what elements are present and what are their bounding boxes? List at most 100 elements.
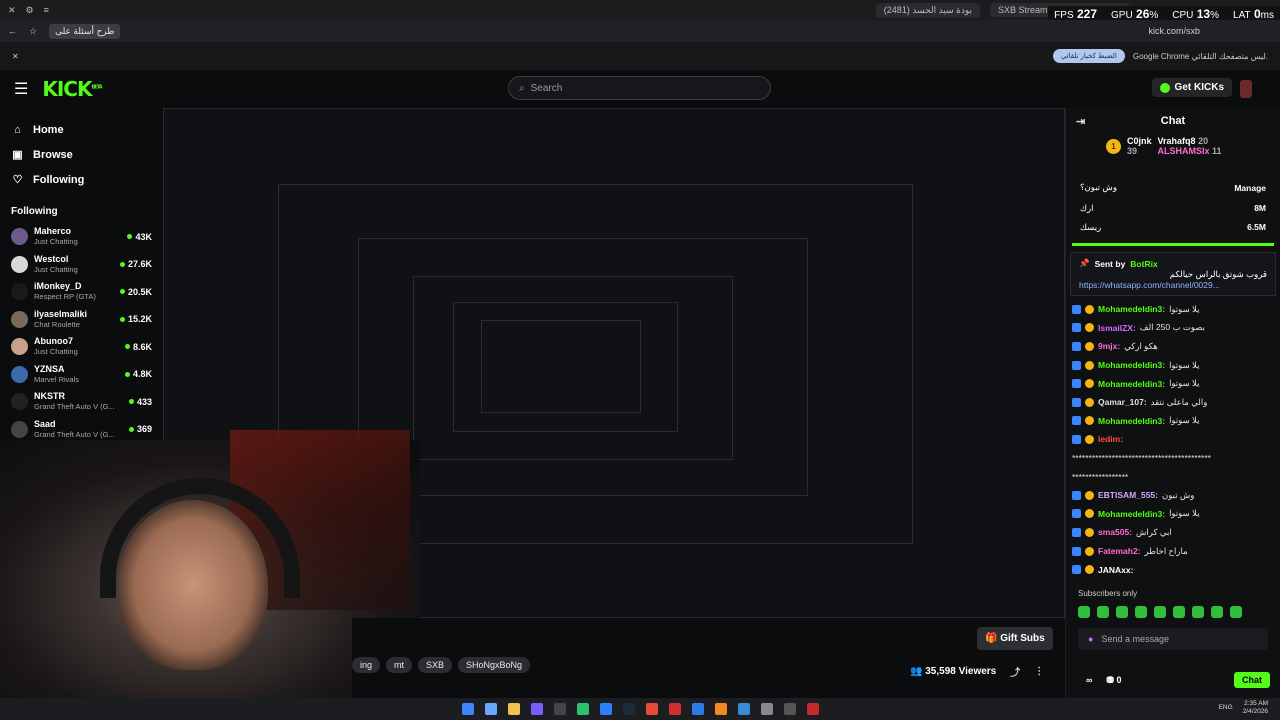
following-channel-ilyaselmaliki[interactable]: ilyaselmaliki Chat Roulette 15.2K	[0, 306, 163, 334]
emote-icon[interactable]	[1154, 605, 1166, 618]
leader-name[interactable]: Vrahafq8	[1158, 136, 1196, 146]
chat-username[interactable]: 9mjx:	[1098, 341, 1120, 351]
send-message-input[interactable]: ● Send a message	[1078, 627, 1268, 650]
poll-option[interactable]: ريسك 6.5M	[1080, 218, 1266, 237]
app-icon[interactable]	[530, 703, 543, 715]
hamburger-menu-icon[interactable]: ☰	[14, 79, 28, 99]
chat-username[interactable]: ledim:	[1098, 434, 1123, 444]
star-icon[interactable]: ☆	[29, 26, 37, 37]
chat-username[interactable]: JANAxx:	[1098, 565, 1133, 575]
pinned-link[interactable]: https://whatsapp.com/channel/0029...	[1079, 280, 1267, 290]
tag-item[interactable]: mt	[386, 657, 413, 673]
infinity-icon[interactable]: ∞	[1086, 675, 1092, 685]
chat-username[interactable]: sma505:	[1098, 527, 1132, 537]
settings-icon[interactable]: ⚙	[26, 5, 34, 16]
app-icon[interactable]	[553, 703, 566, 715]
settings-icon[interactable]	[760, 703, 773, 715]
sidebar-item-browse[interactable]: ▣ Browse	[0, 142, 163, 167]
following-channel-yznsa[interactable]: YZNSA Marvel Rivals 4.8K	[0, 361, 163, 389]
chat-message[interactable]: JANAxx:	[1072, 560, 1274, 579]
chat-message[interactable]: EBTISAM_555: وش تبون	[1072, 486, 1274, 505]
chat-username[interactable]: IsmailZX:	[1098, 323, 1136, 333]
widgets-icon[interactable]	[484, 703, 497, 715]
url-field[interactable]: kick.com/sxb	[1148, 26, 1200, 36]
set-default-button[interactable]: الضبط كخيار تلقائي	[1052, 49, 1125, 63]
leader-name[interactable]: C0jnk	[1127, 136, 1152, 146]
close-icon[interactable]: ✕	[12, 52, 19, 61]
chat-username[interactable]: Mohamedeldin3:	[1098, 416, 1165, 426]
clock-time[interactable]: 2:35 AM	[1244, 700, 1268, 707]
opera-icon[interactable]	[668, 703, 681, 715]
emote-icon[interactable]	[1116, 605, 1128, 618]
folder-icon[interactable]	[507, 703, 520, 715]
emote-icon[interactable]	[1097, 605, 1109, 618]
following-channel-saad[interactable]: Saad Grand Theft Auto V (G... 369	[0, 416, 163, 444]
leader-name[interactable]: ALSHAMSIx	[1158, 146, 1210, 156]
following-channel-maherco[interactable]: Maherco Just Chatting 43K	[0, 223, 163, 251]
chat-message[interactable]: sma505: ابي كراش	[1072, 523, 1274, 542]
emote-icon[interactable]	[1173, 605, 1185, 618]
tag-item[interactable]: SHoNgxBoNg	[458, 657, 531, 673]
sidebar-item-home[interactable]: ⌂ Home	[0, 118, 163, 142]
emote-icon[interactable]	[1135, 605, 1147, 618]
gift-subs-button[interactable]: 🎁 Gift Subs	[977, 627, 1053, 650]
chat-username[interactable]: EBTISAM_555:	[1098, 490, 1158, 500]
browser-tab-2[interactable]: بودة سيد الحسد (2481)	[875, 2, 980, 18]
kick-logo[interactable]: KICKBETA	[42, 77, 102, 101]
chat-message[interactable]: Fatemah2: ماراح اخاطر	[1072, 542, 1274, 561]
chat-message[interactable]: Mohamedeldin3: يلا سوتوا	[1072, 412, 1274, 431]
menu-icon[interactable]: ≡	[44, 5, 49, 16]
more-icon[interactable]: ⋮	[1034, 666, 1044, 677]
start-icon[interactable]	[461, 703, 474, 715]
language-indicator[interactable]: ENG	[1219, 704, 1233, 712]
chat-message[interactable]: ****************************************…	[1072, 449, 1274, 468]
bookmark-chip[interactable]: طرح أسئلة على	[49, 23, 121, 39]
chat-username[interactable]: Mohamedeldin3:	[1098, 509, 1165, 519]
emote-icon[interactable]	[1192, 605, 1204, 618]
bot-name[interactable]: BotRix	[1130, 259, 1157, 269]
poll-manage-button[interactable]: Manage	[1234, 183, 1266, 193]
app-icon[interactable]	[576, 703, 589, 715]
chat-message[interactable]: Mohamedeldin3: يلا سوتوا	[1072, 505, 1274, 524]
app-icon[interactable]	[714, 703, 727, 715]
poll-option[interactable]: ارك 8M	[1080, 199, 1266, 218]
steam-icon[interactable]	[622, 703, 635, 715]
following-channel-nkstr[interactable]: NKSTR Grand Theft Auto V (G... 433	[0, 388, 163, 416]
emote-icon[interactable]	[1078, 605, 1090, 618]
app-icon[interactable]	[737, 703, 750, 715]
chat-message[interactable]: 9mjx: هكو اركي	[1072, 337, 1274, 356]
chat-send-button[interactable]: Chat	[1234, 672, 1270, 688]
chat-username[interactable]: Mohamedeldin3:	[1098, 379, 1165, 389]
window-controls-icon[interactable]: ✕	[8, 5, 16, 16]
chat-username[interactable]: Mohamedeldin3:	[1098, 360, 1165, 370]
user-avatar[interactable]	[1240, 80, 1252, 98]
emote-icon[interactable]	[1230, 605, 1242, 618]
chat-message[interactable]: Qamar_107: والي ماعلى نتقد	[1072, 393, 1274, 412]
app-icon[interactable]	[806, 703, 819, 715]
back-icon[interactable]: ←	[8, 26, 17, 36]
collapse-chat-icon[interactable]: ⇥	[1076, 115, 1085, 128]
chat-message[interactable]: IsmailZX: بصوت ب 250 الف	[1072, 319, 1274, 338]
following-channel-westcol[interactable]: Westcol Just Chatting 27.6K	[0, 251, 163, 279]
app-icon[interactable]	[599, 703, 612, 715]
chat-message[interactable]: Mohamedeldin3: يلا سوتوا	[1072, 374, 1274, 393]
get-kicks-button[interactable]: Get KICKs	[1151, 78, 1232, 97]
chat-username[interactable]: Qamar_107:	[1098, 397, 1147, 407]
following-channel-imonkey_d[interactable]: iMonkey_D Respect RP (GTA) 20.5K	[0, 278, 163, 306]
chat-username[interactable]: Fatemah2:	[1098, 546, 1141, 556]
tag-item[interactable]: SXB	[418, 657, 453, 673]
emote-icon[interactable]	[1211, 605, 1223, 618]
following-channel-abunoo7[interactable]: Abunoo7 Just Chatting 8.6K	[0, 333, 163, 361]
chrome-icon[interactable]	[645, 703, 658, 715]
chat-message[interactable]: Mohamedeldin3: يلا سوتوا	[1072, 300, 1274, 319]
app-icon[interactable]	[783, 703, 796, 715]
edge-icon[interactable]	[691, 703, 704, 715]
chat-message[interactable]: ledim:	[1072, 430, 1274, 449]
search-input[interactable]: ⌕ Search	[508, 76, 771, 100]
chat-message[interactable]: Mohamedeldin3: يلا سوتوا	[1072, 356, 1274, 375]
share-icon[interactable]: ⤴	[1010, 664, 1020, 679]
chat-username[interactable]: Mohamedeldin3:	[1098, 304, 1165, 314]
sidebar-item-following[interactable]: ♡ Following	[0, 167, 163, 192]
tag-item[interactable]: ing	[352, 657, 381, 673]
chat-message[interactable]: *****************	[1072, 467, 1274, 486]
